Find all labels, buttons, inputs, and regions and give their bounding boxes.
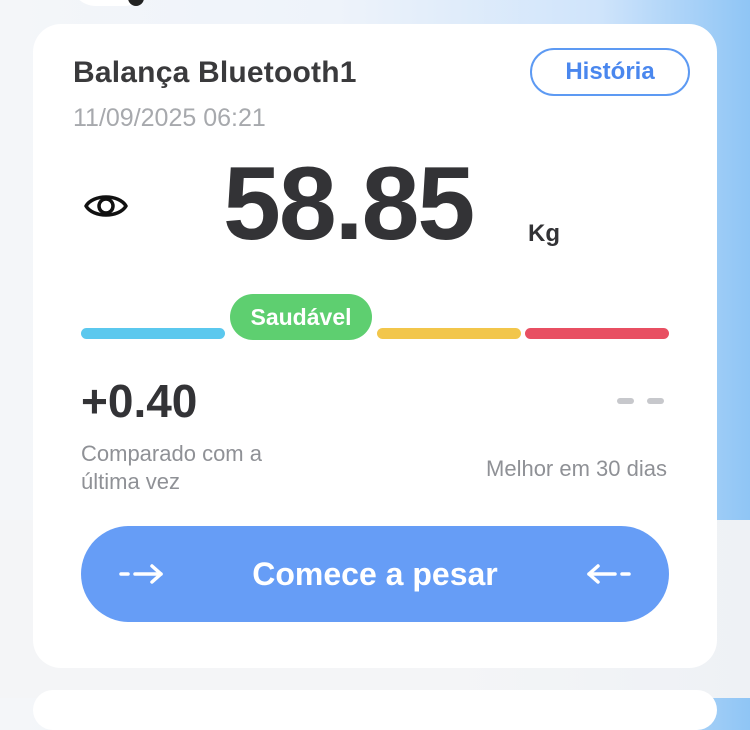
status-badge: Saudável xyxy=(230,294,372,340)
dash-mark xyxy=(647,398,664,404)
best-value xyxy=(617,398,667,406)
weight-delta: +0.40 xyxy=(81,375,198,427)
bmi-bar-underweight xyxy=(81,328,225,339)
device-name: Balança Bluetooth1 xyxy=(73,56,357,89)
history-button[interactable]: História xyxy=(530,48,690,96)
start-weighing-button[interactable]: Comece a pesar xyxy=(81,526,669,622)
dash-mark xyxy=(617,398,634,404)
weight-value: 58.85 xyxy=(223,146,475,262)
measurement-timestamp: 11/09/2025 06:21 xyxy=(73,104,266,132)
eye-icon[interactable] xyxy=(83,189,129,223)
arrow-left-icon xyxy=(587,564,631,584)
delta-caption: Comparado com a última vez xyxy=(81,441,262,494)
best-caption: Melhor em 30 dias xyxy=(486,456,667,481)
scale-card: Balança Bluetooth1 11/09/2025 06:21 Hist… xyxy=(33,24,717,668)
weight-unit: Kg xyxy=(528,220,560,247)
arrow-right-icon xyxy=(119,564,163,584)
bmi-bar-obese xyxy=(525,328,669,339)
next-card xyxy=(33,690,717,730)
start-weighing-label: Comece a pesar xyxy=(252,555,498,592)
bmi-bar-overweight xyxy=(377,328,521,339)
